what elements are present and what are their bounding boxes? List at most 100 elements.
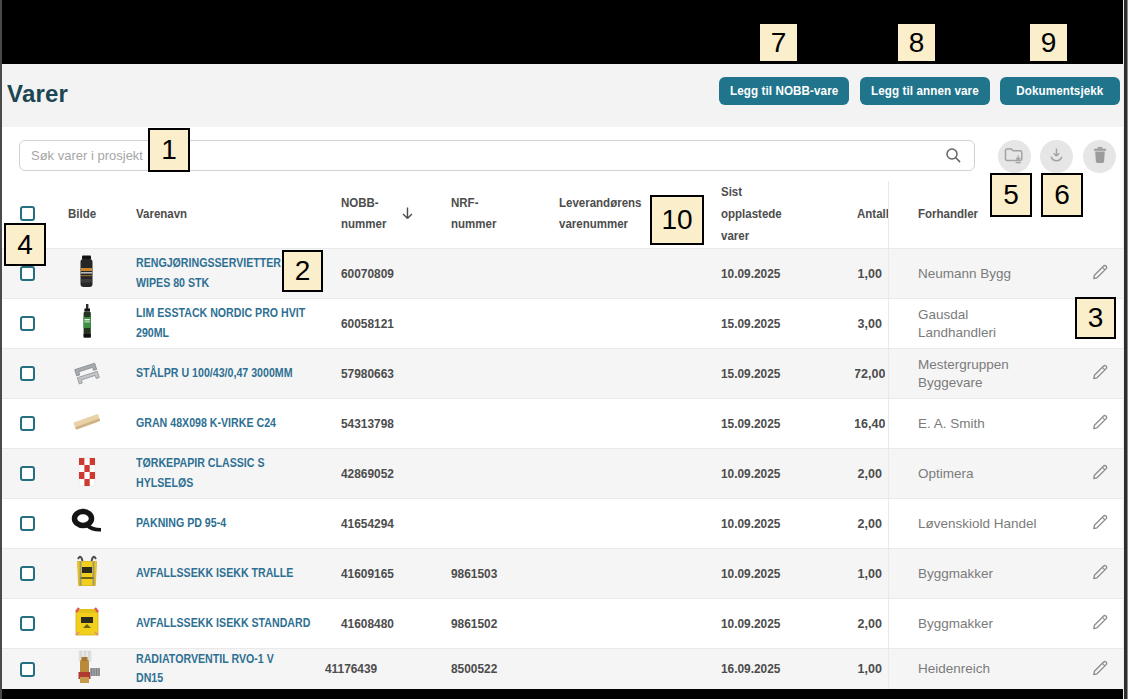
last-uploaded-date-cell: 16.09.2025 [721, 649, 784, 689]
pencil-icon [1092, 363, 1109, 384]
row-checkbox[interactable] [20, 566, 35, 581]
nrf-number-value: 9861503 [451, 567, 497, 581]
select-all-checkbox[interactable] [20, 206, 35, 221]
row-checkbox[interactable] [20, 266, 35, 281]
waste-bag-standard-thumbnail [71, 603, 103, 645]
delete-button[interactable] [1083, 140, 1116, 173]
add-to-folder-button[interactable] [998, 140, 1031, 173]
quantity-value: 1,00 [858, 267, 882, 281]
table-row: GRAN 48X098 K-VIRKE C245431379815.09.202… [2, 398, 1123, 448]
som-mark-4: 4 [4, 223, 46, 266]
edit-row-button[interactable] [1091, 349, 1109, 398]
retailer-cell: Byggmakker [918, 549, 1037, 598]
edit-row-button[interactable] [1091, 649, 1109, 689]
product-name-link[interactable]: LIM ESSTACK NORDIC PRO HVIT 290ML [136, 304, 315, 343]
column-header-leverandorens-varenummer[interactable]: Leverandørens varenummer [559, 180, 646, 248]
product-image-cell [69, 399, 105, 448]
edit-row-button[interactable] [1091, 599, 1109, 648]
edit-row-button[interactable] [1091, 399, 1109, 448]
quantity-value: 2,00 [858, 467, 882, 481]
row-checkbox-cell [20, 649, 35, 689]
row-checkbox[interactable] [20, 316, 35, 331]
som-mark-1: 1 [148, 128, 190, 172]
product-name-link[interactable]: GRAN 48X098 K-VIRKE C24 [136, 414, 315, 434]
nobb-number-cell: 57980663 [341, 349, 397, 398]
edit-row-button[interactable] [1091, 449, 1109, 498]
steel-profiles-thumbnail [71, 353, 103, 395]
retailer-cell: Byggmakker [918, 599, 1037, 648]
document-check-button[interactable]: Dokumentsjekk [1000, 77, 1120, 105]
retailer-cell: Heidenreich [918, 649, 1037, 689]
row-checkbox[interactable] [20, 366, 35, 381]
column-header-varenavn[interactable]: Varenavn [136, 180, 187, 248]
sort-arrow-down-icon[interactable] [401, 206, 415, 222]
som-mark-9: 9 [1028, 22, 1069, 63]
nobb-number-value: 60070809 [341, 267, 394, 281]
row-checkbox-cell [20, 399, 35, 448]
window-right-edge [1123, 0, 1128, 699]
row-checkbox[interactable] [20, 466, 35, 481]
quantity-value: 1,00 [858, 567, 882, 581]
product-name-link[interactable]: PAKNING PD 95-4 [136, 514, 315, 534]
product-name-link[interactable]: AVFALLSSEKK ISEKK STANDARD [136, 614, 315, 634]
add-other-item-button[interactable]: Legg til annen vare [860, 77, 990, 105]
row-checkbox-cell [20, 599, 35, 648]
download-button[interactable] [1040, 140, 1073, 173]
row-checkbox-cell [20, 349, 35, 398]
table-body: RENGJØRINGSSERVIETTER WIPES 80 STK600708… [2, 248, 1123, 689]
last-uploaded-date-value: 10.09.2025 [721, 517, 780, 531]
row-checkbox-cell [20, 449, 35, 498]
canister-black-thumbnail [71, 253, 103, 295]
column-header-forhandler[interactable]: Forhandler [918, 180, 978, 248]
product-name-link[interactable]: STÅLPR U 100/43/0,47 3000MM [136, 364, 315, 384]
add-nobb-item-label: Legg til NOBB-vare [730, 84, 838, 98]
gasket-coil-thumbnail [71, 503, 103, 545]
retailer-cell: Mestergruppen Byggevare [918, 349, 1037, 398]
row-checkbox[interactable] [20, 616, 35, 631]
last-uploaded-date-value: 15.09.2025 [721, 317, 780, 331]
quantity-cell: 1,00 [855, 549, 885, 598]
column-header-antall[interactable]: Antall [825, 180, 889, 248]
add-nobb-item-button[interactable]: Legg til NOBB-vare [719, 77, 849, 105]
product-name-cell: GRAN 48X098 K-VIRKE C24 [136, 399, 348, 448]
edit-row-button[interactable] [1091, 549, 1109, 598]
last-uploaded-date-cell: 10.09.2025 [721, 499, 784, 548]
row-checkbox-cell [20, 549, 35, 598]
last-uploaded-date-cell: 10.09.2025 [721, 449, 784, 498]
retailer-cell: Gausdal Landhandleri [918, 299, 1037, 348]
pencil-icon [1092, 413, 1109, 434]
product-name-cell: RADIATORVENTIL RVO-1 V DN15 [136, 649, 348, 689]
column-header-nrf-nummer[interactable]: NRF-nummer [451, 180, 499, 248]
product-name-link[interactable]: AVFALLSSEKK ISEKK TRALLE [136, 564, 315, 584]
som-mark-3: 3 [1075, 297, 1116, 339]
document-check-label: Dokumentsjekk [1016, 84, 1103, 98]
add-other-item-label: Legg til annen vare [871, 84, 979, 98]
row-checkbox[interactable] [20, 416, 35, 431]
row-checkbox[interactable] [20, 662, 35, 677]
nobb-number-value: 42869052 [341, 467, 394, 481]
som-mark-5: 5 [990, 173, 1032, 217]
nrf-number-value: 8500522 [451, 662, 497, 676]
product-image-cell [69, 299, 105, 348]
product-name-link[interactable]: RADIATORVENTIL RVO-1 V DN15 [136, 650, 291, 689]
product-name-link[interactable]: TØRKEPAPIR CLASSIC S HYLSELØS [136, 454, 315, 493]
nobb-number-value: 60058121 [341, 317, 394, 331]
column-header-nobb-nummer[interactable]: NOBB-nummer [341, 180, 389, 248]
last-uploaded-date-value: 10.09.2025 [721, 617, 780, 631]
quantity-cell: 2,00 [855, 499, 885, 548]
column-header-bilde: Bilde [68, 180, 96, 248]
edit-row-button[interactable] [1091, 249, 1109, 298]
quantity-value: 3,00 [858, 317, 882, 331]
column-header-sist-opplastede-varer[interactable]: Sist opplastede varer [721, 180, 785, 248]
som-mark-10: 10 [650, 195, 704, 245]
quantity-cell: 1,00 [855, 249, 885, 298]
quantity-value: 1,00 [858, 662, 882, 676]
row-checkbox[interactable] [20, 516, 35, 531]
last-uploaded-date-value: 15.09.2025 [721, 367, 780, 381]
last-uploaded-date-cell: 10.09.2025 [721, 549, 784, 598]
table-row: TØRKEPAPIR CLASSIC S HYLSELØS 42869052 10.… [2, 448, 1123, 498]
nobb-number-value: 54313798 [341, 417, 394, 431]
edit-row-button[interactable] [1091, 499, 1109, 548]
radiator-valve-thumbnail [71, 648, 103, 689]
nobb-number-value: 41608480 [341, 617, 394, 631]
